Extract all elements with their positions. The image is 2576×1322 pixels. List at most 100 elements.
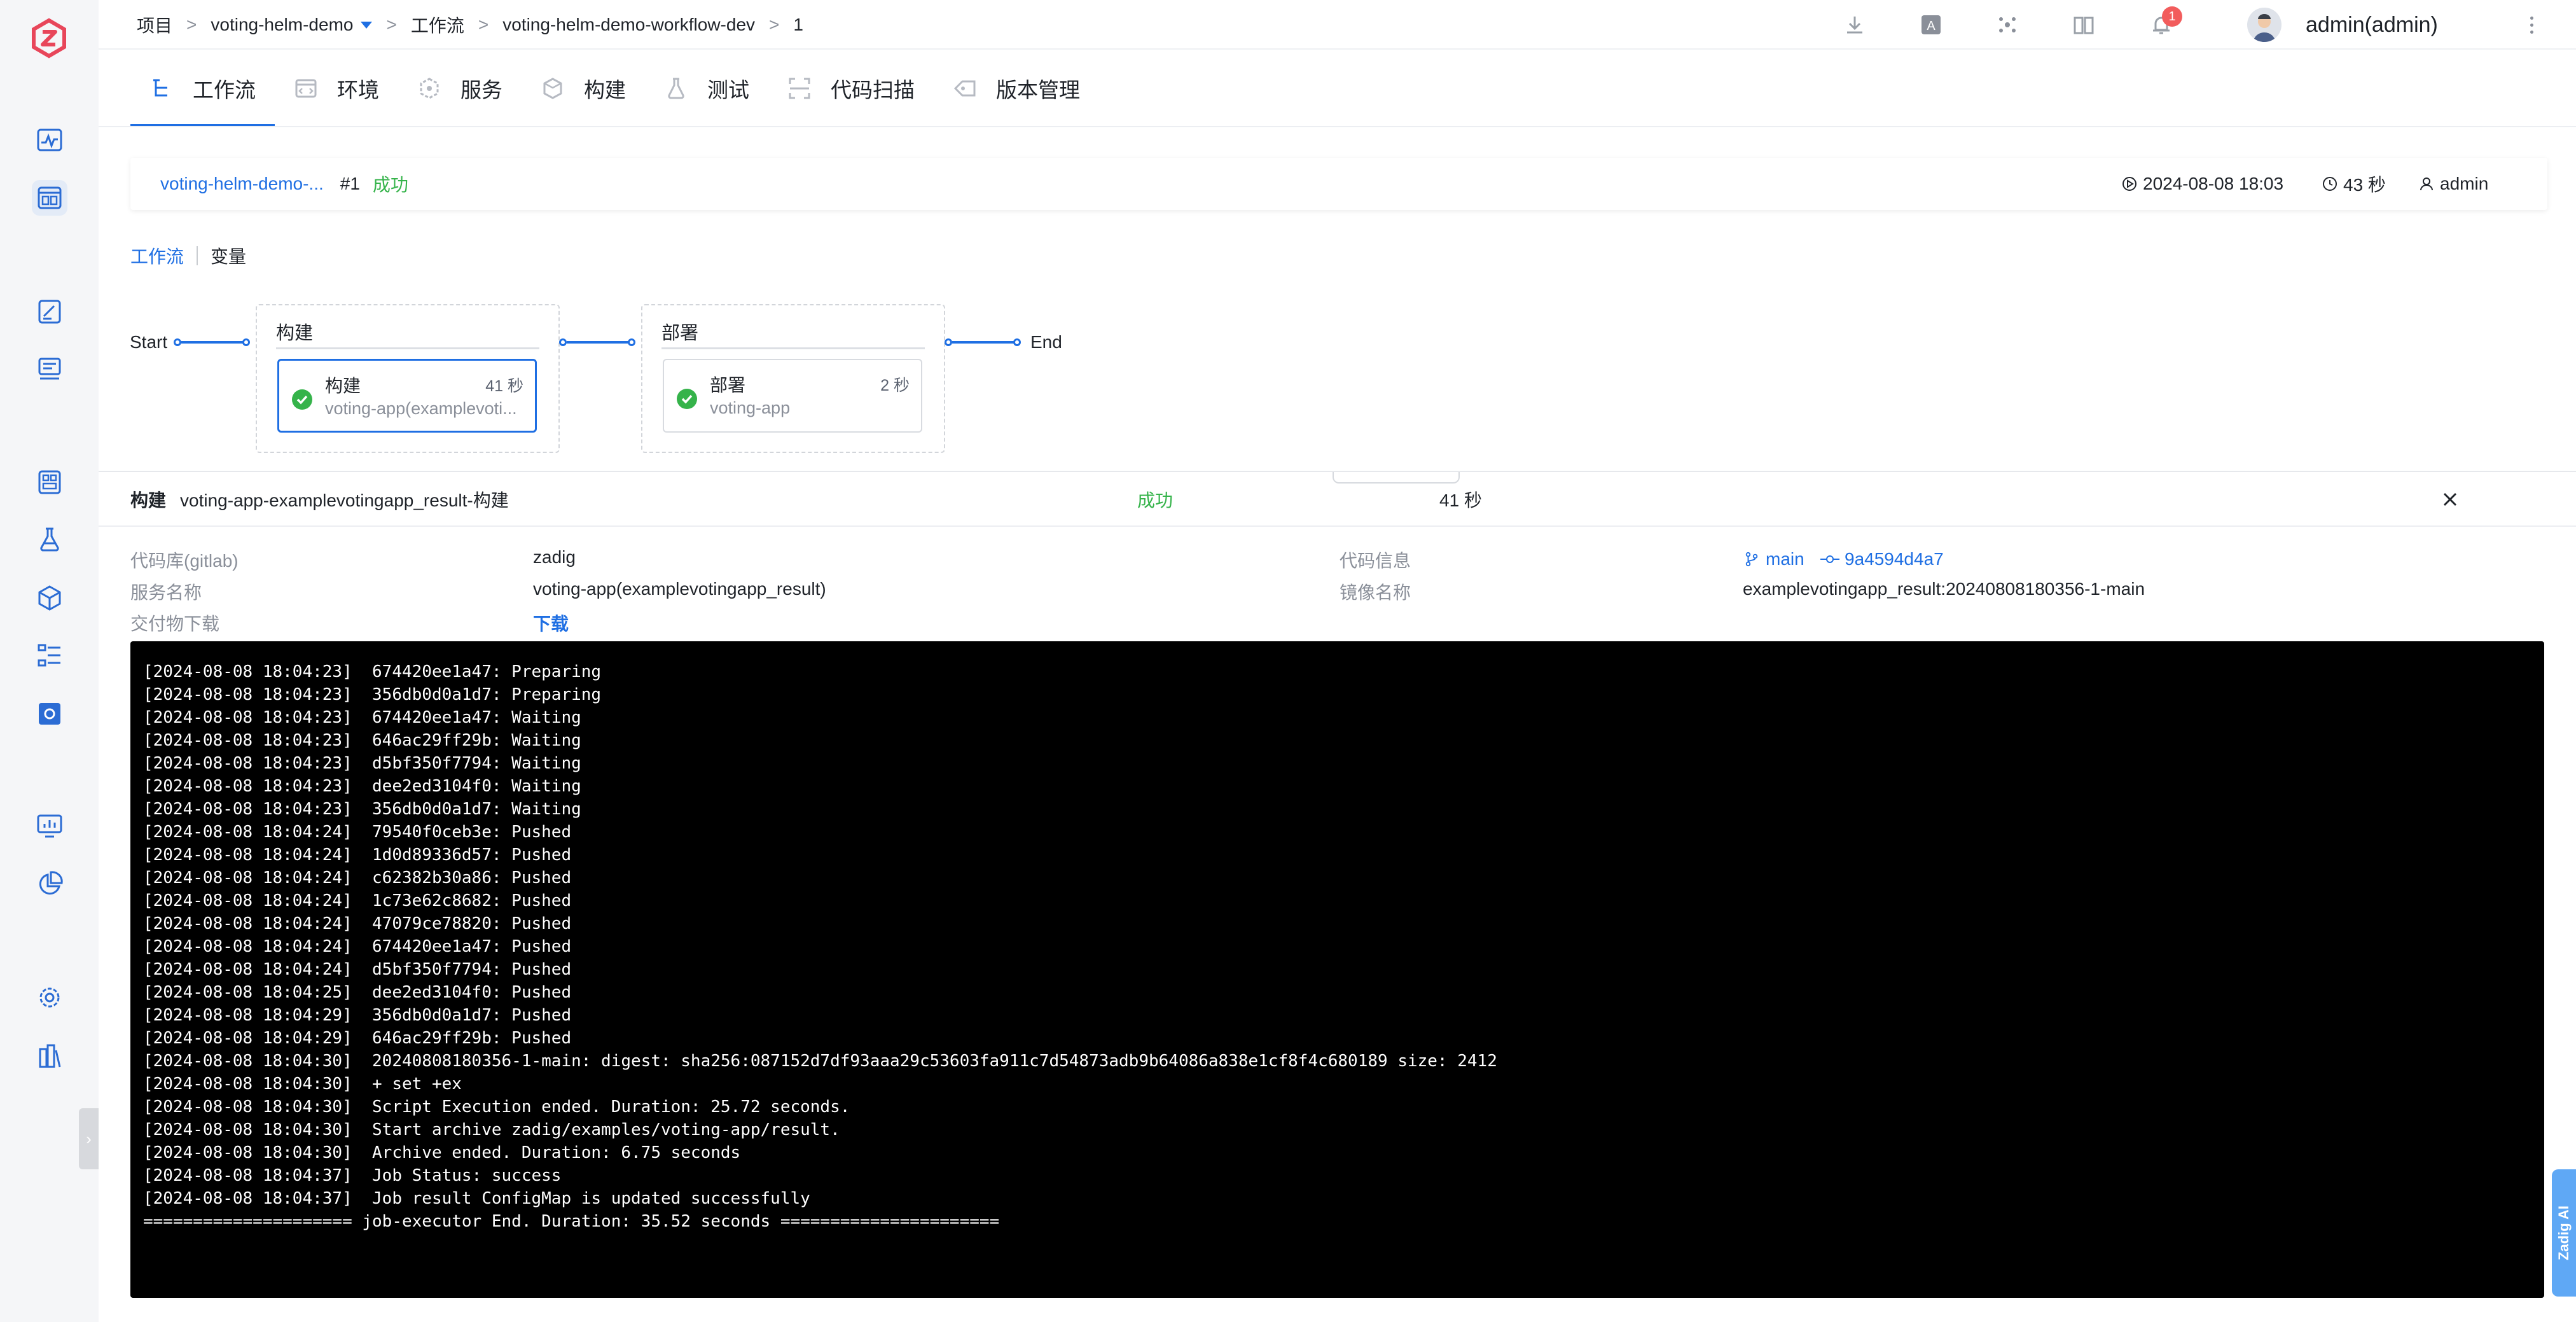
- log-line: [2024-08-08 18:04:24] 79540f0ceb3e: Push…: [143, 823, 572, 842]
- sidebar-test-icon[interactable]: [32, 522, 67, 557]
- left-sidebar: ›: [0, 0, 99, 1322]
- tab-environment[interactable]: 环境: [275, 50, 398, 127]
- user-name[interactable]: admin(admin): [2306, 0, 2438, 50]
- sidebar-artifact-icon[interactable]: [32, 580, 67, 616]
- sidebar-docs-icon[interactable]: [32, 1038, 67, 1074]
- service-label: 服务名称: [130, 583, 202, 602]
- tab-label: 环境: [337, 78, 379, 102]
- sidebar-expand-button[interactable]: ›: [79, 1108, 99, 1169]
- sidebar-statistics-icon[interactable]: [32, 808, 67, 844]
- log-line: [2024-08-08 18:04:24] 674420ee1a47: Push…: [143, 937, 572, 956]
- run-status: 成功: [372, 175, 408, 195]
- log-line: [2024-08-08 18:04:29] 356db0d0a1d7: Push…: [143, 1006, 572, 1025]
- docs-book-icon[interactable]: [2070, 11, 2097, 38]
- log-line: [2024-08-08 18:04:24] d5bf350f7794: Push…: [143, 960, 572, 979]
- sidebar-insight-icon[interactable]: [32, 866, 67, 902]
- workflow-name-link[interactable]: voting-helm-demo-...: [160, 174, 324, 194]
- artifact-label: 交付物下载: [130, 614, 220, 634]
- avatar[interactable]: [2247, 8, 2282, 42]
- stage-build: 构建 构建 41 秒 voting-app(examplevoti...: [256, 304, 560, 453]
- notification-badge: 1: [2162, 6, 2182, 27]
- log-terminal[interactable]: [2024-08-08 18:04:23] 674420ee1a47: Prep…: [130, 641, 2544, 1298]
- tab-label: 测试: [707, 78, 749, 102]
- tab-code-scan[interactable]: 代码扫描: [768, 50, 934, 127]
- connector-dot: [174, 338, 181, 346]
- close-icon[interactable]: [2439, 488, 2462, 511]
- connector-line: [181, 341, 245, 344]
- tab-build[interactable]: 构建: [522, 50, 645, 127]
- stage-divider: [661, 347, 925, 349]
- log-line: [2024-08-08 18:04:23] 646ac29ff29b: Wait…: [143, 731, 581, 750]
- flow-end-label: End: [1030, 332, 1062, 352]
- connector-dot: [559, 338, 567, 346]
- sidebar-pipeline-icon[interactable]: [32, 637, 67, 673]
- log-line: [2024-08-08 18:04:23] 356db0d0a1d7: Prep…: [143, 685, 602, 704]
- branch-name: main: [1766, 549, 1804, 569]
- log-line: [2024-08-08 18:04:30] + set +ex: [143, 1075, 462, 1094]
- tab-version[interactable]: 版本管理: [934, 50, 1099, 127]
- run-duration: 43 秒: [2322, 158, 2386, 210]
- sidebar-dashboard-icon[interactable]: [32, 122, 67, 158]
- connector-line: [952, 341, 1016, 344]
- sidebar-release-icon[interactable]: [32, 294, 67, 330]
- log-line: ===================== job-executor End. …: [143, 1212, 1000, 1231]
- run-user-text: admin: [2440, 174, 2489, 193]
- stage-title: 部署: [661, 323, 699, 344]
- connector-dot: [1013, 338, 1021, 346]
- log-line: [2024-08-08 18:04:30] Start archive zadi…: [143, 1120, 840, 1139]
- log-line: [2024-08-08 18:04:24] c62382b30a86: Push…: [143, 868, 572, 887]
- language-icon[interactable]: A: [1918, 11, 1944, 38]
- sidebar-system-settings-icon[interactable]: [32, 980, 67, 1015]
- plugins-icon[interactable]: [1994, 11, 2021, 38]
- sidebar-build-icon[interactable]: [32, 464, 67, 500]
- job-duration: 41 秒: [485, 377, 523, 395]
- zadig-ai-button[interactable]: Zadig AI: [2552, 1169, 2576, 1297]
- sidebar-settings-box-icon[interactable]: [32, 696, 67, 732]
- commit-link[interactable]: 9a4594d4a7: [1820, 549, 1944, 569]
- job-name: 部署: [710, 375, 746, 395]
- service-value: voting-app(examplevotingapp_result): [533, 579, 826, 599]
- log-line: [2024-08-08 18:04:24] 47079ce78820: Push…: [143, 914, 572, 933]
- sidebar-plan-icon[interactable]: [32, 351, 67, 387]
- sidebar-projects-icon[interactable]: [32, 180, 67, 216]
- clock-icon: [2323, 177, 2337, 191]
- run-summary-bar: voting-helm-demo-... #1 成功 2024-08-08 18…: [130, 158, 2547, 210]
- job-service: voting-app(examplevoti...: [325, 399, 517, 418]
- job-card-deploy[interactable]: 部署 2 秒 voting-app: [663, 359, 922, 433]
- log-line: [2024-08-08 18:04:24] 1d0d89336d57: Push…: [143, 845, 572, 865]
- stage-deploy: 部署 部署 2 秒 voting-app: [641, 304, 945, 453]
- detail-status: 成功: [1137, 491, 1174, 510]
- log-line: [2024-08-08 18:04:30] 20240808180356-1-m…: [143, 1052, 1497, 1071]
- flow-start-label: Start: [130, 332, 168, 352]
- job-duration: 2 秒: [880, 377, 910, 394]
- image-value: examplevotingapp_result:20240808180356-1…: [1743, 579, 2145, 599]
- tab-workflow[interactable]: 工作流: [130, 50, 275, 127]
- zadig-logo-icon[interactable]: [29, 18, 69, 59]
- tab-test[interactable]: 测试: [645, 50, 768, 127]
- log-line: [2024-08-08 18:04:23] 674420ee1a47: Wait…: [143, 708, 581, 727]
- svg-text:A: A: [1927, 19, 1935, 33]
- branch-link[interactable]: main: [1744, 549, 1804, 569]
- log-line: [2024-08-08 18:04:24] 1c73e62c8682: Push…: [143, 891, 572, 910]
- view-workflow-link[interactable]: 工作流: [130, 243, 184, 268]
- more-menu-icon[interactable]: [2525, 11, 2538, 38]
- job-name: 构建: [325, 376, 361, 396]
- artifact-download-link[interactable]: 下载: [533, 610, 569, 636]
- repo-value: zadig: [533, 547, 576, 567]
- download-icon[interactable]: [1841, 11, 1868, 38]
- tabs-divider: [99, 126, 2576, 127]
- project-tabs: 工作流 环境 服务 构建 测试 代码扫描 版本管理: [130, 50, 1099, 127]
- tab-service[interactable]: 服务: [398, 50, 522, 127]
- run-number: #1: [340, 174, 360, 193]
- success-check-icon: [677, 389, 697, 409]
- job-card-build[interactable]: 构建 41 秒 voting-app(examplevoti...: [277, 359, 537, 433]
- view-variables-link[interactable]: 变量: [211, 243, 246, 268]
- view-switch-divider: [197, 246, 198, 265]
- tab-label: 代码扫描: [831, 78, 915, 102]
- panel-resize-handle[interactable]: [1333, 472, 1460, 484]
- detail-type: 构建: [130, 491, 167, 510]
- repo-label: 代码库(gitlab): [130, 551, 239, 571]
- connector-dot: [945, 338, 952, 346]
- run-start-time: 2024-08-08 18:03: [2121, 158, 2283, 210]
- view-switch: 工作流 变量: [130, 243, 246, 268]
